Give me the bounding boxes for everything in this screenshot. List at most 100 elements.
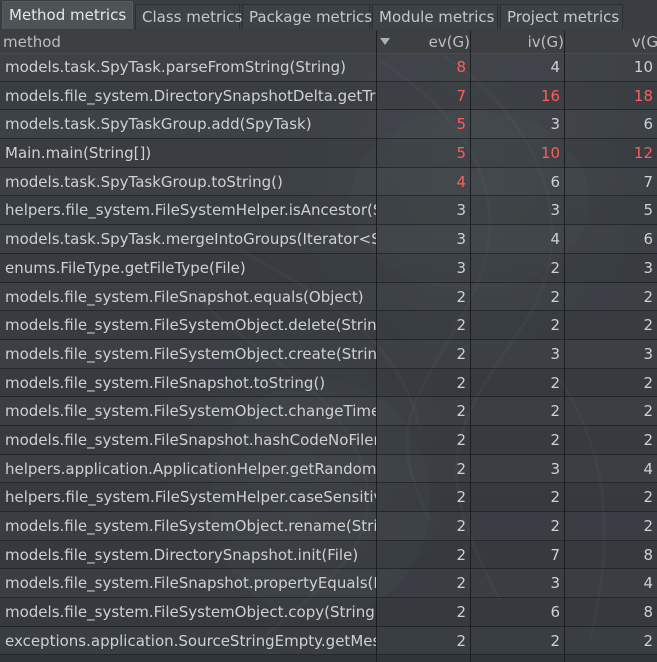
iv-cell: 2 (550, 258, 560, 277)
method-cell: models.file_system.FileSystemObject.crea… (5, 344, 376, 363)
ev-cell: 2 (456, 574, 466, 593)
table-row[interactable]: helpers.application.ApplicationHelper.ge… (0, 454, 657, 484)
iv-cell: 2 (550, 631, 560, 650)
v-cell: 3 (643, 258, 653, 277)
table-row[interactable]: enums.FileType.getFileType(File) 3 2 3 (0, 253, 657, 283)
table-row[interactable]: models.task.SpyTaskGroup.add(SpyTask) 5 3 6 (0, 110, 657, 140)
table-row[interactable]: models.file_system.DirectorySnapshot.ini… (0, 540, 657, 570)
tab-package-metrics[interactable]: Package metrics (242, 4, 372, 29)
ev-cell: 2 (456, 344, 466, 363)
table-row[interactable]: models.file_system.FileSystemObject.rena… (0, 512, 657, 541)
column-divider (470, 31, 471, 662)
ev-cell: 2 (456, 373, 466, 392)
iv-cell: 6 (550, 172, 560, 191)
table-row[interactable]: Main.main(String[]) 5 10 12 (0, 139, 657, 168)
v-cell: 2 (643, 517, 653, 535)
tab-project-metrics[interactable]: Project metrics (500, 4, 623, 29)
method-cell: Main.main(String[]) (5, 144, 152, 163)
tab-module-metrics[interactable]: Module metrics (372, 4, 498, 29)
column-divider (376, 31, 377, 662)
table-row[interactable]: helpers.file_system.FileSystemHelper.cas… (0, 483, 657, 512)
ev-cell: 2 (456, 631, 466, 650)
iv-cell: 3 (550, 201, 560, 220)
method-cell: models.file_system.FileSystemObject.chan… (5, 402, 376, 421)
table-row[interactable]: models.file_system.FileSnapshot.property… (0, 569, 657, 599)
method-cell: models.task.SpyTask.parseFromString(Stri… (5, 58, 347, 76)
ev-cell: 2 (456, 545, 466, 564)
iv-cell: 2 (550, 287, 560, 306)
method-cell: models.file_system.DirectorySnapshotDelt… (5, 86, 376, 105)
tab-method-metrics[interactable]: Method metrics (2, 1, 133, 29)
method-cell: models.file_system.FileSystemObject.copy… (5, 603, 376, 622)
method-cell: exceptions.application.SourceStringEmpty… (5, 631, 376, 650)
column-header-method[interactable]: method (0, 31, 376, 53)
method-cell: models.file_system.FileSnapshot.toString… (5, 373, 326, 392)
table-row[interactable]: models.file_system.FileSnapshot.equals(O… (0, 282, 657, 312)
v-cell: 2 (643, 488, 653, 507)
v-cell: 3 (643, 344, 653, 363)
column-header-iv[interactable]: iv(G) (470, 31, 564, 53)
ev-cell: 2 (456, 287, 466, 306)
ev-cell: 5 (456, 115, 466, 134)
iv-cell: 3 (550, 574, 560, 593)
v-cell: 18 (633, 86, 653, 105)
method-cell: models.file_system.FileSystemObject.rena… (5, 517, 376, 535)
ev-cell: 2 (456, 459, 466, 478)
ev-cell: 2 (456, 488, 466, 507)
iv-cell: 6 (550, 603, 560, 622)
metrics-table-body: models.task.SpyTask.parseFromString(Stri… (0, 53, 657, 656)
table-row[interactable]: helpers.file_system.FileSystemHelper.isA… (0, 196, 657, 226)
ev-cell: 2 (456, 430, 466, 449)
table-row[interactable]: exceptions.application.SourceStringEmpty… (0, 626, 657, 656)
table-row[interactable]: models.file_system.FileSystemObject.crea… (0, 339, 657, 369)
ev-cell: 3 (456, 258, 466, 277)
table-row[interactable]: models.task.SpyTask.mergeIntoGroups(Iter… (0, 225, 657, 254)
method-cell: models.file_system.DirectorySnapshot.ini… (5, 545, 359, 564)
v-cell: 2 (643, 287, 653, 306)
v-cell: 2 (643, 430, 653, 449)
table-header: method ev(G) iv(G) v(G) (0, 31, 657, 54)
method-cell: models.file_system.FileSnapshot.property… (5, 574, 376, 593)
iv-cell: 2 (550, 430, 560, 449)
table-row[interactable]: models.file_system.FileSystemObject.copy… (0, 598, 657, 627)
v-cell: 2 (643, 316, 653, 335)
method-cell: models.task.SpyTask.mergeIntoGroups(Iter… (5, 230, 376, 249)
v-cell: 2 (643, 631, 653, 650)
v-cell: 8 (643, 603, 653, 622)
iv-cell: 16 (540, 86, 560, 105)
iv-cell: 3 (550, 115, 560, 134)
ev-cell: 5 (456, 144, 466, 163)
v-cell: 2 (643, 402, 653, 421)
table-row[interactable]: models.file_system.FileSystemObject.chan… (0, 397, 657, 426)
table-row[interactable]: models.task.SpyTask.parseFromString(Stri… (0, 53, 657, 82)
iv-cell: 3 (550, 344, 560, 363)
v-cell: 2 (643, 373, 653, 392)
method-cell: helpers.file_system.FileSystemHelper.isA… (5, 201, 376, 220)
table-row[interactable]: models.file_system.DirectorySnapshotDelt… (0, 81, 657, 111)
method-cell: models.task.SpyTaskGroup.toString() (5, 172, 283, 191)
ev-cell: 4 (456, 172, 466, 191)
table-row[interactable]: models.file_system.FileSnapshot.hashCode… (0, 425, 657, 455)
method-cell: enums.FileType.getFileType(File) (5, 258, 246, 277)
column-header-v[interactable]: v(G) (564, 31, 657, 53)
ev-cell: 3 (456, 201, 466, 220)
iv-cell: 2 (550, 373, 560, 392)
column-header-ev[interactable]: ev(G) (376, 31, 470, 53)
ev-cell: 3 (456, 230, 466, 249)
iv-cell: 3 (550, 459, 560, 478)
iv-cell: 4 (550, 58, 560, 76)
v-cell: 4 (643, 459, 653, 478)
ev-cell: 2 (456, 316, 466, 335)
table-row[interactable]: models.task.SpyTaskGroup.toString() 4 6 7 (0, 167, 657, 197)
iv-cell: 7 (550, 545, 560, 564)
table-row[interactable]: models.file_system.FileSystemObject.dele… (0, 311, 657, 340)
v-cell: 6 (643, 230, 653, 249)
table-row[interactable]: models.file_system.FileSnapshot.toString… (0, 368, 657, 398)
iv-cell: 2 (550, 488, 560, 507)
v-cell: 8 (643, 545, 653, 564)
iv-cell: 10 (540, 144, 560, 163)
v-cell: 10 (633, 58, 653, 76)
v-cell: 6 (643, 115, 653, 134)
tab-class-metrics[interactable]: Class metrics (135, 4, 242, 29)
method-cell: helpers.file_system.FileSystemHelper.cas… (5, 488, 376, 507)
